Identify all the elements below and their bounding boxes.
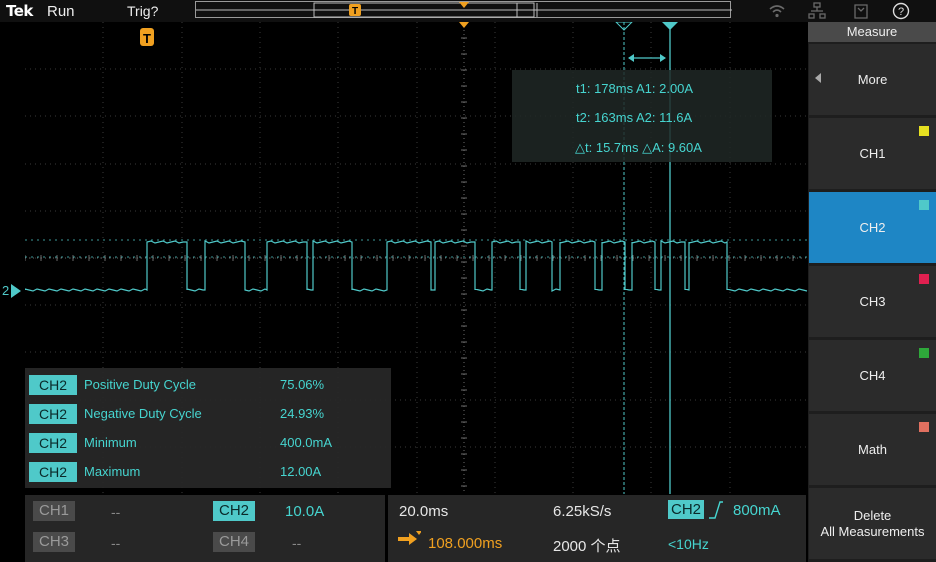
channel-color-swatch (919, 348, 929, 358)
menu-item-ch3[interactable]: CH3 (809, 266, 936, 337)
side-menu-title: Measure (808, 22, 936, 42)
left-arrow-icon (815, 73, 821, 83)
cursor-readout-line3: △t: 15.7ms △A: 9.60A (575, 140, 702, 155)
ch2-button[interactable]: CH2 (213, 501, 255, 521)
measurement-channel-tag: CH2 (29, 375, 77, 395)
overview-trigger-marker: T (352, 6, 358, 17)
ch4-button[interactable]: CH4 (213, 532, 255, 552)
measurement-channel-tag: CH2 (29, 462, 77, 482)
usb-storage-icon[interactable] (852, 2, 870, 20)
measurement-row[interactable]: CH2 Maximum 12.00A (29, 462, 389, 482)
measurement-value: 400.0mA (280, 435, 333, 450)
menu-item-ch1[interactable]: CH1 (809, 118, 936, 189)
menu-item-label: CH3 (859, 293, 886, 309)
run-state-indicator[interactable]: Run (47, 3, 75, 20)
ch2-scale[interactable]: 10.0A (285, 503, 324, 520)
ch3-scale: -- (111, 535, 121, 551)
menu-item-ch4[interactable]: CH4 (809, 340, 936, 411)
measurement-name: Positive Duty Cycle (84, 377, 196, 392)
menu-item-label: CH1 (859, 145, 886, 161)
trigger-source-badge[interactable]: CH2 (668, 500, 704, 519)
network-icon[interactable] (808, 2, 826, 20)
menu-item-math[interactable]: Math (809, 414, 936, 485)
measurement-value: 12.00A (280, 464, 322, 479)
measure-side-menu: Measure More CH1 CH2 CH3 CH4 Math Delete All M… (808, 22, 936, 562)
time-per-division[interactable]: 20.0ms (399, 503, 448, 520)
menu-item-label: More (857, 71, 888, 87)
wifi-icon[interactable] (768, 2, 786, 20)
measurement-channel-tag: CH2 (29, 433, 77, 453)
trigger-state-indicator: Trig? (127, 3, 159, 19)
measurement-name: Maximum (84, 464, 141, 479)
acquisition-status-panel: 20.0ms 6.25kS/s CH2 800mA 108.000ms 2000… (388, 495, 806, 562)
menu-item-label: Math (858, 441, 887, 457)
measurement-row[interactable]: CH2 Negative Duty Cycle 24.93% (29, 404, 389, 424)
measurement-value: 75.06% (280, 377, 325, 392)
channel-status-panel: CH1 -- CH2 10.0A CH3 -- CH4 -- (25, 495, 385, 562)
menu-item-more[interactable]: More (809, 44, 936, 115)
measurement-row[interactable]: CH2 Positive Duty Cycle 75.06% (29, 375, 389, 395)
brand-logo: Tek (6, 2, 33, 20)
channel-color-swatch (919, 422, 929, 432)
sample-rate: 6.25kS/s (553, 503, 612, 520)
measurement-row[interactable]: CH2 Minimum 400.0mA (29, 433, 389, 453)
cursor-readout-line1: t1: 178ms A1: 2.00A (576, 81, 694, 96)
cursor-readout-line2: t2: 163ms A2: 11.6A (576, 110, 693, 125)
measurement-value: 24.93% (280, 406, 325, 421)
menu-item-ch2[interactable]: CH2 (809, 192, 936, 263)
ch1-button[interactable]: CH1 (33, 501, 75, 521)
trigger-marker-label: T (143, 31, 151, 46)
rising-edge-icon (709, 501, 723, 519)
record-length[interactable]: 2000 个点 (553, 535, 621, 556)
ch2-ground-marker[interactable]: 2 (0, 283, 25, 299)
menu-item-delete[interactable]: Delete All Measurements (809, 488, 936, 559)
trigger-delay-arrow-icon (398, 531, 421, 545)
menu-item-label: CH2 (859, 219, 886, 235)
top-status-bar: Tek Run Trig? T ? (0, 0, 936, 22)
ch3-button[interactable]: CH3 (33, 532, 75, 552)
record-overview-bar[interactable]: T (195, 1, 732, 18)
help-icon[interactable]: ? (892, 2, 910, 20)
svg-text:?: ? (898, 6, 904, 18)
measurement-name: Minimum (84, 435, 137, 450)
measurement-results-table: CH2 Positive Duty Cycle 75.06% CH2 Negat… (25, 368, 391, 488)
ch4-scale: -- (292, 535, 302, 551)
trigger-level[interactable]: 800mA (733, 502, 781, 519)
measurement-name: Negative Duty Cycle (84, 406, 202, 421)
channel-color-swatch (919, 274, 929, 284)
ch1-scale: -- (111, 504, 121, 520)
menu-item-label: Delete All Measurements (820, 507, 925, 539)
channel-color-swatch (919, 200, 929, 210)
measurement-channel-tag: CH2 (29, 404, 77, 424)
menu-item-label: CH4 (859, 367, 886, 383)
cursor-readout-panel: t1: 178ms A1: 2.00A t2: 163ms A2: 11.6A … (512, 70, 772, 162)
trigger-position-marker[interactable]: T (140, 28, 154, 46)
trigger-frequency: <10Hz (668, 536, 709, 552)
trigger-position[interactable]: 108.000ms (428, 535, 502, 552)
channel-color-swatch (919, 126, 929, 136)
